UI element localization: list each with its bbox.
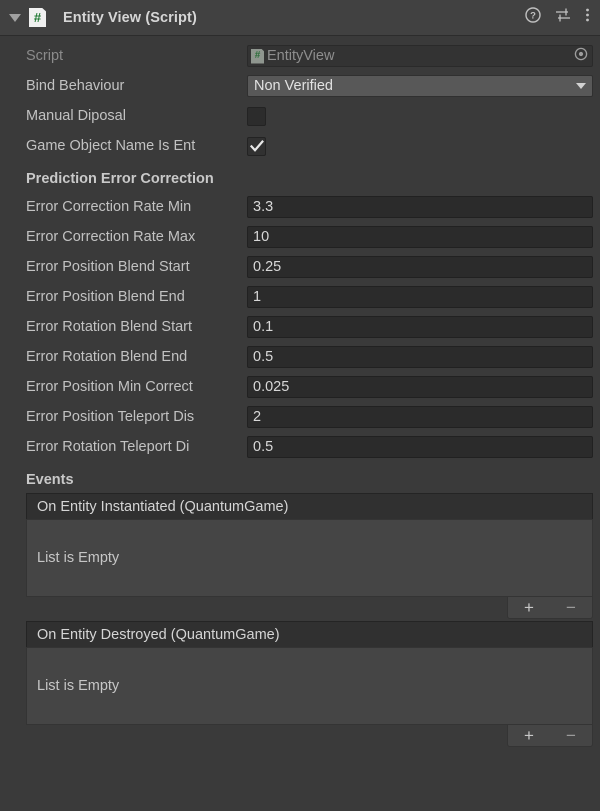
property-row: Error Rotation Blend End 0.5 <box>0 342 600 372</box>
property-row: Error Position Min Correct 0.025 <box>0 372 600 402</box>
more-menu-icon[interactable] <box>585 7 590 28</box>
field-input[interactable]: 0.1 <box>247 316 593 338</box>
remove-listener-button[interactable]: − <box>554 726 588 746</box>
svg-text:?: ? <box>530 11 536 22</box>
add-listener-button[interactable]: + <box>512 598 546 618</box>
field-label: Error Rotation Blend End <box>26 349 188 365</box>
property-row: Error Rotation Blend Start 0.1 <box>0 312 600 342</box>
field-label: Error Position Blend End <box>26 289 185 305</box>
header-icon-group: ? <box>525 7 590 28</box>
gameobject-name-is-entity-label: Game Object Name Is Ent <box>26 138 196 154</box>
csharp-mini-icon: # <box>251 48 264 64</box>
unity-event-block: On Entity Destroyed (QuantumGame) List i… <box>0 621 600 747</box>
help-icon[interactable]: ? <box>525 7 541 28</box>
script-label: Script <box>26 48 64 64</box>
property-row: Error Correction Rate Min 3.3 <box>0 192 600 222</box>
property-row: Error Correction Rate Max 10 <box>0 222 600 252</box>
chevron-down-icon <box>576 83 586 89</box>
field-label: Error Position Min Correct <box>26 379 193 395</box>
field-label: Error Position Blend Start <box>26 259 190 275</box>
script-object-field[interactable]: # EntityView <box>247 45 593 67</box>
property-row: Error Position Teleport Dis 2 <box>0 402 600 432</box>
field-input[interactable]: 0.5 <box>247 436 593 458</box>
unity-event-header[interactable]: On Entity Instantiated (QuantumGame) <box>26 493 593 519</box>
remove-listener-button[interactable]: − <box>554 598 588 618</box>
manual-disposal-label: Manual Diposal <box>26 108 126 124</box>
property-row-bind-behaviour: Bind Behaviour Non Verified <box>0 71 600 101</box>
property-row-script: Script # EntityView <box>0 41 600 71</box>
property-row-gameobject-name-is-entity: Game Object Name Is Ent <box>0 131 600 161</box>
object-picker-icon[interactable] <box>574 47 588 65</box>
list-empty-text: List is Empty <box>37 550 120 566</box>
property-row-manual-disposal: Manual Diposal <box>0 101 600 131</box>
unity-event-header[interactable]: On Entity Destroyed (QuantumGame) <box>26 621 593 647</box>
field-label: Error Correction Rate Min <box>26 199 192 215</box>
field-input[interactable]: 0.5 <box>247 346 593 368</box>
prediction-section-title: Prediction Error Correction <box>26 171 214 187</box>
list-empty-text: List is Empty <box>37 678 120 694</box>
field-input[interactable]: 2 <box>247 406 593 428</box>
field-input[interactable]: 1 <box>247 286 593 308</box>
gameobject-name-is-entity-checkbox[interactable] <box>247 136 266 156</box>
property-row: Error Position Blend Start 0.25 <box>0 252 600 282</box>
bind-behaviour-label: Bind Behaviour <box>26 78 125 94</box>
field-label: Error Position Teleport Dis <box>26 409 195 425</box>
component-header[interactable]: # Entity View (Script) ? <box>0 0 600 36</box>
field-label: Error Correction Rate Max <box>26 229 196 245</box>
foldout-triangle-icon[interactable] <box>6 9 24 27</box>
inspector-body: Script # EntityView Bind Behaviour Non V… <box>0 36 600 747</box>
component-title: Entity View (Script) <box>63 9 197 26</box>
bind-behaviour-value: Non Verified <box>254 78 333 94</box>
field-input[interactable]: 0.25 <box>247 256 593 278</box>
preset-icon[interactable] <box>555 7 571 28</box>
unity-event-list[interactable]: List is Empty <box>26 647 593 725</box>
unity-event-list[interactable]: List is Empty <box>26 519 593 597</box>
script-value: EntityView <box>267 48 335 64</box>
bind-behaviour-dropdown[interactable]: Non Verified <box>247 75 593 97</box>
field-label: Error Rotation Teleport Di <box>26 439 190 455</box>
field-input[interactable]: 0.025 <box>247 376 593 398</box>
add-listener-button[interactable]: + <box>512 726 546 746</box>
manual-disposal-checkbox[interactable] <box>247 106 266 126</box>
field-input[interactable]: 3.3 <box>247 196 593 218</box>
unity-event-footer: + − <box>26 725 593 747</box>
unity-event-footer: + − <box>26 597 593 619</box>
property-row: Error Rotation Teleport Di 0.5 <box>0 432 600 462</box>
property-row: Error Position Blend End 1 <box>0 282 600 312</box>
unity-event-block: On Entity Instantiated (QuantumGame) Lis… <box>0 493 600 619</box>
prediction-field-list: Error Correction Rate Min 3.3 Error Corr… <box>0 192 600 462</box>
events-section-title: Events <box>26 472 74 488</box>
field-input[interactable]: 10 <box>247 226 593 248</box>
check-icon <box>249 139 264 152</box>
field-label: Error Rotation Blend Start <box>26 319 193 335</box>
csharp-script-icon: # <box>29 8 46 27</box>
